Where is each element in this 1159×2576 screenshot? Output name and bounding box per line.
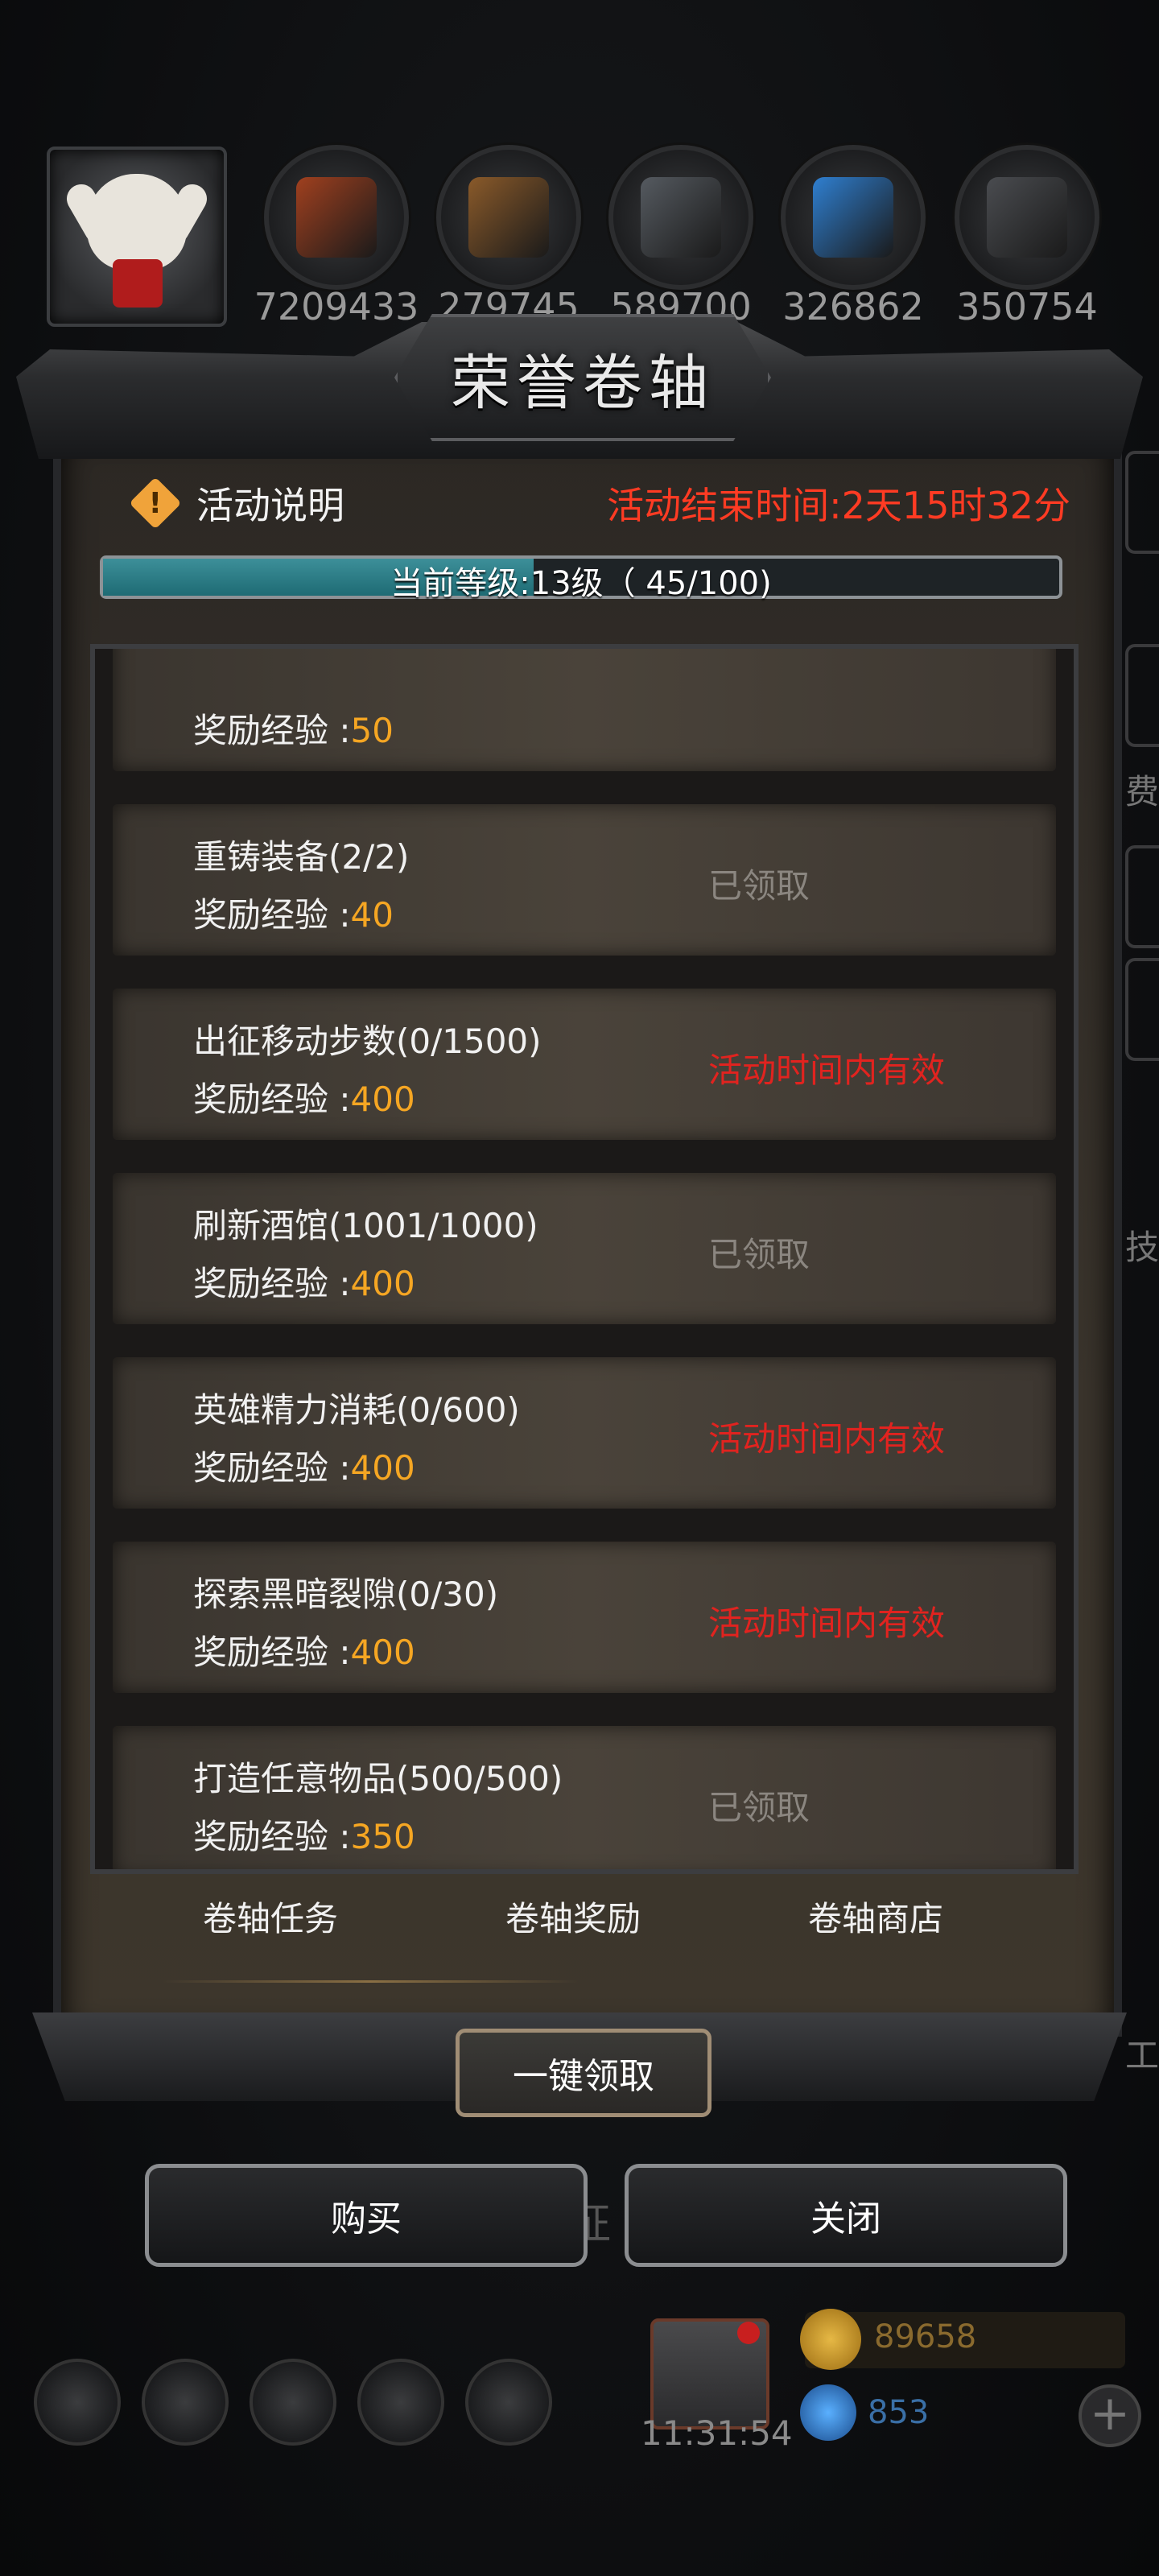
task-name: 重铸装备(2/2) — [193, 837, 410, 877]
tab-scroll-rewards[interactable]: 卷轴奖励 — [505, 1892, 641, 1941]
resource-iron[interactable]: 589700 — [608, 145, 753, 328]
task-reward: 奖励经验 :400 — [193, 1625, 415, 1674]
task-name: 打造任意物品(500/500) — [193, 1759, 563, 1798]
task-status[interactable]: 活动时间内有效 — [708, 1043, 945, 1092]
task-status: 已领取 — [708, 1788, 810, 1827]
buy-button[interactable]: 购买 — [145, 2164, 588, 2267]
reward-exp-value: 350 — [350, 1817, 415, 1856]
player-avatar[interactable] — [47, 147, 227, 327]
side-menu-tab[interactable] — [1125, 845, 1159, 948]
task-name: 探索黑暗裂隙(0/30) — [193, 1575, 499, 1614]
reward-exp-value: 50 — [350, 711, 394, 750]
close-button[interactable]: 关闭 — [625, 2164, 1067, 2267]
active-tab-underline — [161, 1980, 580, 1983]
resource-amount: 350754 — [956, 285, 1098, 328]
task-row: 奖励经验 :50 — [113, 649, 1056, 771]
warning-icon: ! — [129, 477, 182, 530]
achievement-icon[interactable] — [142, 2359, 229, 2446]
side-menu-tab[interactable] — [1125, 644, 1159, 747]
reward-exp-label: 奖励经验 : — [193, 895, 351, 935]
mail-icon[interactable] — [357, 2359, 444, 2446]
tab-scroll-shop[interactable]: 卷轴商店 — [808, 1892, 943, 1941]
gem-icon — [800, 2384, 856, 2441]
reward-exp-value: 400 — [350, 1633, 415, 1672]
task-status: 已领取 — [708, 1235, 810, 1274]
task-reward: 奖励经验 :50 — [193, 704, 394, 753]
task-row: 打造任意物品(500/500) 奖励经验 :350 已领取 — [113, 1726, 1056, 1869]
activity-notice-label: 活动说明 — [196, 484, 344, 527]
resource-crystal[interactable]: 326862 — [781, 145, 926, 328]
side-menu-tab[interactable] — [1125, 958, 1159, 1061]
claim-all-button[interactable]: 一键领取 — [456, 2029, 711, 2117]
panel-title: 荣誉卷轴 — [451, 348, 715, 418]
reward-exp-value: 400 — [350, 1448, 415, 1488]
resource-amount: 326862 — [782, 285, 924, 328]
resource-steel[interactable]: 350754 — [955, 145, 1099, 328]
reward-exp-label: 奖励经验 : — [193, 1080, 351, 1119]
inventory-icon[interactable] — [465, 2359, 552, 2446]
activity-notice-button[interactable]: ! 活动说明 — [129, 475, 344, 531]
activity-end-time: 活动结束时间:2天15时32分 — [607, 484, 1070, 527]
reward-exp-value: 400 — [350, 1080, 415, 1119]
reward-exp-label: 奖励经验 : — [193, 1448, 351, 1488]
crystal-icon — [813, 177, 893, 258]
task-list-container[interactable]: 奖励经验 :50 重铸装备(2/2) 奖励经验 :40 已领取 出征移动步数(0/150… — [90, 644, 1079, 1874]
task-reward: 奖励经验 :400 — [193, 1441, 415, 1490]
task-name: 英雄精力消耗(0/600) — [193, 1390, 520, 1430]
resource-wood[interactable]: 279745 — [436, 145, 581, 328]
gold-amount: 89658 — [874, 2318, 977, 2355]
task-row: 探索黑暗裂隙(0/30) 奖励经验 :400 活动时间内有效 — [113, 1542, 1056, 1693]
reward-exp-label: 奖励经验 : — [193, 1264, 351, 1303]
level-progress-label: 当前等级:13级（ 45/100) — [390, 565, 772, 602]
task-reward: 奖励经验 :350 — [193, 1810, 415, 1859]
resource-meat[interactable]: 7209433 — [254, 145, 419, 328]
task-row: 出征移动步数(0/1500) 奖励经验 :400 活动时间内有效 — [113, 989, 1056, 1140]
task-reward: 奖励经验 :400 — [193, 1072, 415, 1121]
task-name: 刷新酒馆(1001/1000) — [193, 1206, 538, 1245]
countdown-clock: 11:31:54 — [641, 2413, 793, 2453]
resource-amount: 7209433 — [254, 285, 419, 328]
side-text-fragment: 费 — [1124, 772, 1159, 811]
task-row: 英雄精力消耗(0/600) 奖励经验 :400 活动时间内有效 — [113, 1357, 1056, 1509]
avatar-gift-ornament — [113, 259, 163, 308]
task-name: 出征移动步数(0/1500) — [193, 1022, 542, 1061]
task-list: 奖励经验 :50 重铸装备(2/2) 奖励经验 :40 已领取 出征移动步数(0/150… — [113, 649, 1056, 1869]
bunny-portrait — [87, 174, 187, 270]
tab-scroll-tasks[interactable]: 卷轴任务 — [203, 1892, 338, 1941]
reward-exp-value: 40 — [350, 895, 394, 935]
reward-exp-label: 奖励经验 : — [193, 711, 351, 750]
wood-icon — [468, 177, 549, 258]
task-status: 已领取 — [708, 866, 810, 906]
side-text-fragment: 工 — [1124, 2036, 1159, 2075]
steel-icon — [987, 177, 1067, 258]
reward-exp-label: 奖励经验 : — [193, 1633, 351, 1672]
task-row: 刷新酒馆(1001/1000) 奖励经验 :400 已领取 — [113, 1173, 1056, 1324]
settings-icon[interactable] — [34, 2359, 121, 2446]
meat-icon — [296, 177, 377, 258]
title-plate: 荣誉卷轴 — [394, 314, 771, 441]
task-status[interactable]: 活动时间内有效 — [708, 1412, 945, 1461]
reward-exp-value: 400 — [350, 1264, 415, 1303]
gem-amount: 853 — [868, 2394, 930, 2431]
task-row: 重铸装备(2/2) 奖励经验 :40 已领取 — [113, 804, 1056, 956]
task-reward: 奖励经验 :400 — [193, 1257, 415, 1306]
iron-icon — [641, 177, 721, 258]
task-reward: 奖励经验 :40 — [193, 888, 394, 937]
reward-exp-label: 奖励经验 : — [193, 1817, 351, 1856]
gold-coin-icon — [800, 2309, 861, 2370]
task-status[interactable]: 活动时间内有效 — [708, 1596, 945, 1645]
level-progress-bar: 当前等级:13级（ 45/100) — [100, 555, 1062, 602]
add-currency-button[interactable]: + — [1079, 2384, 1141, 2447]
guild-icon[interactable] — [250, 2359, 336, 2446]
side-text-fragment: 技 — [1124, 1228, 1159, 1267]
notification-dot — [737, 2322, 760, 2344]
side-menu-tab[interactable] — [1125, 451, 1159, 554]
